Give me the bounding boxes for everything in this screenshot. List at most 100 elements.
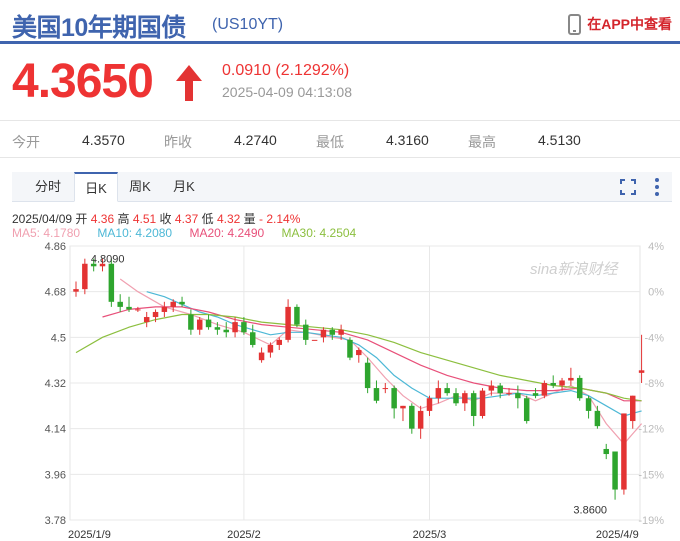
- candle-body: [329, 329, 336, 335]
- page-title: 美国10年期国债: [12, 14, 186, 42]
- stat-label: 最高: [468, 134, 496, 150]
- y-tick-label: 4.14: [45, 424, 66, 436]
- fullscreen-icon[interactable]: [620, 179, 636, 195]
- price-change: 0.0910 (2.1292%): [222, 62, 350, 79]
- open-in-app-button[interactable]: 在APP中查看: [568, 13, 672, 35]
- quote-time: 2025-04-09 04:13:08: [222, 84, 352, 100]
- pct-tick-label: 4%: [648, 241, 664, 253]
- pct-tick-label: -19%: [638, 515, 664, 527]
- stat-high: 最高 4.5130: [468, 132, 581, 152]
- candle-body: [559, 380, 565, 386]
- candle-body: [108, 263, 115, 302]
- stat-value: 4.2740: [234, 132, 277, 148]
- candle-body: [382, 388, 389, 390]
- candle-body: [126, 306, 132, 310]
- stat-label: 昨收: [164, 134, 192, 150]
- candle-body: [409, 405, 415, 429]
- pct-tick-label: -4%: [644, 332, 664, 344]
- candle-body: [170, 301, 176, 307]
- candle-body: [444, 388, 450, 394]
- candle-body: [73, 289, 79, 292]
- up-arrow-icon: [176, 65, 202, 101]
- candle-body: [497, 385, 503, 394]
- min-value-label: 3.8600: [573, 505, 607, 517]
- tab-intraday[interactable]: 分时: [26, 172, 70, 202]
- candle-body: [364, 362, 371, 389]
- open-value: 4.36: [90, 212, 115, 226]
- candle-body: [453, 393, 459, 404]
- open-in-app-label: 在APP中查看: [587, 16, 672, 32]
- candle-body: [479, 390, 486, 416]
- candle-info: 2025/04/09 开 4.36 高 4.51 收 4.37 低 4.32 量…: [12, 210, 300, 227]
- open-label: 开: [75, 212, 88, 226]
- candle-body: [532, 393, 539, 396]
- candle-body: [426, 398, 433, 411]
- candle-body: [373, 388, 380, 401]
- candle-body: [205, 319, 212, 328]
- candle-body: [135, 309, 141, 311]
- candle-body: [311, 339, 318, 341]
- candle-body: [506, 393, 512, 395]
- candle-body: [276, 339, 282, 345]
- candle-body: [294, 306, 300, 325]
- y-tick-label: 3.96: [45, 469, 66, 481]
- candle-date: 2025/04/09: [12, 212, 73, 226]
- candle-body: [568, 377, 574, 381]
- candle-body: [417, 410, 424, 429]
- phone-icon: [568, 13, 582, 35]
- tab-daily-k[interactable]: 日K: [74, 172, 118, 202]
- y-tick-label: 4.5: [51, 332, 66, 344]
- candle-body: [515, 393, 521, 399]
- candle-body: [241, 322, 247, 333]
- stat-value: 4.3160: [386, 132, 429, 148]
- stats-row: 今开 4.3570 昨收 4.2740 最低 4.3160 最高 4.5130: [0, 120, 680, 158]
- last-price: 4.3650: [12, 55, 154, 108]
- stat-value: 4.3570: [82, 132, 125, 148]
- stat-low: 最低 4.3160: [316, 132, 429, 152]
- candle-body: [161, 306, 168, 312]
- x-tick-label: 2025/2: [227, 529, 261, 541]
- x-tick-label: 2025/1/9: [68, 529, 111, 541]
- change-label: 量: [243, 212, 256, 226]
- candle-body: [188, 314, 194, 330]
- high-value: 4.51: [132, 212, 157, 226]
- chart-tabbar: 分时 日K 周K 月K: [12, 172, 672, 202]
- header-bar: 美国10年期国债 (US10YT) 在APP中查看: [0, 0, 680, 44]
- watermark: sina新浪财经: [530, 261, 620, 278]
- candle-body: [232, 322, 238, 333]
- candle-body: [223, 329, 229, 333]
- candle-body: [523, 398, 530, 422]
- candle-body: [488, 385, 495, 391]
- candle-body: [285, 306, 291, 340]
- pct-tick-label: -8%: [644, 378, 664, 390]
- candle-body: [391, 388, 397, 409]
- kline-chart[interactable]: 4.86 4.68 4.5 4.32 4.14 3.96 3.78 4% 0% -4% -8% -12…: [0, 238, 680, 541]
- candle-body: [638, 370, 645, 373]
- candle-body: [320, 329, 327, 338]
- tab-weekly-k[interactable]: 周K: [118, 172, 162, 202]
- candle-body: [117, 301, 123, 307]
- x-tick-label: 2025/4/9: [596, 529, 639, 541]
- candle-body: [612, 451, 618, 490]
- more-menu-icon[interactable]: [654, 177, 660, 197]
- stat-value: 4.5130: [538, 132, 581, 148]
- candle-body: [250, 332, 256, 345]
- candle-body: [594, 410, 601, 427]
- candle-body: [267, 344, 274, 353]
- ticker-code: (US10YT): [212, 16, 284, 33]
- close-value: 4.37: [174, 212, 199, 226]
- candle-body: [356, 350, 362, 356]
- candle-body: [258, 352, 265, 361]
- candle-body: [400, 405, 406, 409]
- candle-body: [541, 383, 548, 396]
- tab-monthly-k[interactable]: 月K: [162, 172, 206, 202]
- candle-body: [143, 317, 150, 323]
- stat-open: 今开 4.3570: [12, 132, 125, 152]
- max-value-label: 4.8090: [91, 254, 125, 266]
- candle-body: [82, 263, 88, 290]
- candle-body: [576, 377, 583, 399]
- candle-body: [603, 448, 609, 455]
- candle-body: [214, 327, 221, 330]
- x-tick-label: 2025/3: [413, 529, 447, 541]
- y-tick-label: 3.78: [45, 515, 66, 527]
